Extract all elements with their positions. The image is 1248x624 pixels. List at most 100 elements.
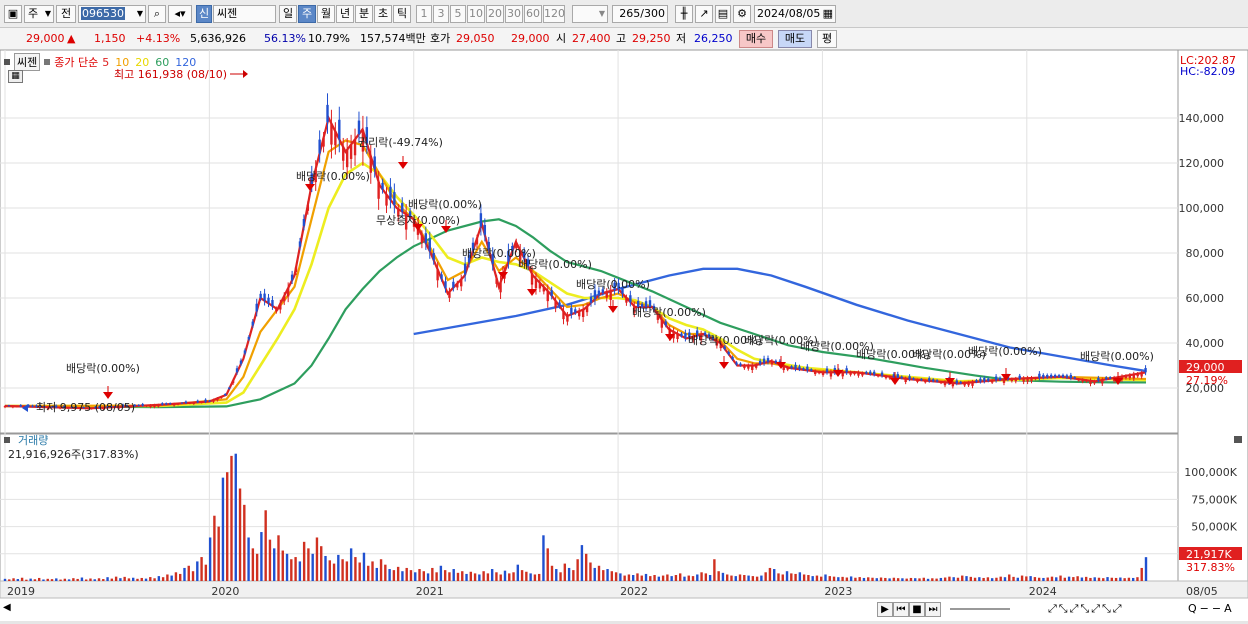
table-icon[interactable]: ▦	[8, 70, 23, 83]
period-tab-6[interactable]: 틱	[393, 5, 411, 23]
legend-ma-120[interactable]: 120	[175, 56, 196, 69]
stock-name-field[interactable]: 씨젠	[213, 5, 276, 23]
price-body	[161, 403, 164, 405]
volume-bar	[499, 574, 502, 581]
save-icon[interactable]: ▤	[715, 5, 731, 23]
price-body	[680, 333, 683, 337]
interval-tab-0[interactable]: 1	[416, 5, 432, 23]
period-tab-5[interactable]: 초	[374, 5, 392, 23]
price-body	[534, 278, 538, 289]
volume-bar	[802, 574, 806, 581]
candle-icon[interactable]: ╫	[675, 5, 693, 23]
zoom-controls-icons[interactable]: Q−−A	[1188, 602, 1235, 615]
volume-bar	[879, 577, 883, 581]
legend-stock-name[interactable]: 씨젠	[14, 53, 41, 71]
volume-bar	[738, 574, 742, 581]
price-body	[983, 378, 986, 382]
volume-bar	[546, 548, 549, 581]
price-body	[912, 378, 915, 380]
price-body	[176, 403, 180, 405]
period-tab-1[interactable]: 주	[298, 5, 316, 23]
price-body	[585, 306, 589, 313]
legend-ma-60[interactable]: 60	[155, 56, 169, 69]
price-body	[227, 387, 231, 389]
eval-button[interactable]: 평	[817, 30, 837, 48]
volume-bar	[687, 575, 690, 581]
interval-tab-7[interactable]: 120	[543, 5, 565, 23]
volume-bar	[606, 569, 609, 581]
price-body	[306, 205, 310, 211]
stop-icon[interactable]: ■	[909, 602, 925, 617]
interval-tab-2[interactable]: 5	[450, 5, 466, 23]
price-body	[495, 278, 498, 284]
volume-bar	[790, 573, 793, 581]
volume-bar	[396, 566, 400, 581]
search-icon[interactable]: ⌕	[148, 5, 166, 23]
volume-ratio: 56.13%	[264, 32, 306, 45]
volume-bar	[1072, 577, 1075, 581]
code-input[interactable]: 096530 ▼	[78, 5, 146, 23]
volume-value: 5,636,926	[190, 32, 246, 45]
price-body	[884, 376, 888, 379]
price-body	[1046, 375, 1049, 378]
price-body	[279, 303, 282, 310]
volume-bar	[179, 573, 182, 581]
market-select[interactable]: 주 ▼	[24, 5, 54, 23]
volume-bar	[260, 532, 263, 581]
chart-area[interactable]: 최고 161,938 (08/10) 최저 9,975 (08/05) 권리락(-4…	[0, 49, 1248, 621]
draw-tool-icon[interactable]: ↗	[695, 5, 713, 23]
legend-ma-10[interactable]: 10	[115, 56, 129, 69]
zoom-slider[interactable]	[950, 608, 1010, 610]
interval-tab-4[interactable]: 20	[486, 5, 504, 23]
fast-forward-icon[interactable]: ⏭	[925, 602, 941, 617]
volume-bar	[1084, 576, 1088, 581]
price-body	[381, 182, 384, 190]
volume-bar	[1093, 577, 1096, 581]
legend-ma-5[interactable]: 5	[102, 56, 109, 69]
period-tab-3[interactable]: 년	[336, 5, 354, 23]
volume-bar	[251, 548, 255, 581]
volume-bar	[337, 554, 340, 581]
play-icon[interactable]: ▶	[877, 602, 893, 617]
bar-count-field[interactable]: 265/300	[612, 5, 668, 23]
volume-bar	[785, 571, 789, 581]
legend-ma-20[interactable]: 20	[135, 56, 149, 69]
price-body	[393, 192, 396, 205]
price-body	[436, 269, 439, 281]
interval-dropdown[interactable]: ▼	[572, 5, 608, 23]
interval-tab-5[interactable]: 30	[505, 5, 523, 23]
interval-tab-3[interactable]: 10	[467, 5, 485, 23]
volume-bar	[166, 574, 169, 581]
price-body	[286, 288, 290, 297]
date-field[interactable]: 2024/08/05 ▦	[754, 5, 836, 23]
volume-bar	[443, 570, 447, 581]
layout-icon[interactable]: ▣	[4, 5, 22, 23]
price-body	[188, 402, 192, 404]
volume-bar	[1123, 578, 1126, 581]
annotation-low: 최저 9,975 (08/05)	[36, 401, 135, 414]
gear-icon[interactable]: ⚙	[733, 5, 751, 23]
volume-bar	[824, 574, 827, 581]
sell-button[interactable]: 매도	[778, 30, 812, 48]
price-body	[849, 372, 852, 375]
x-tick-label: 2022	[620, 585, 648, 598]
buy-button[interactable]: 매수	[739, 30, 773, 48]
speaker-icon[interactable]: ◂▾	[168, 5, 192, 23]
interval-tab-6[interactable]: 60	[524, 5, 542, 23]
prev-button[interactable]: 전	[56, 5, 76, 23]
volume-bar	[674, 575, 678, 581]
draw-tools-icons[interactable]: ⤢⤡⤢⤡⤢⤡⤢	[1048, 602, 1124, 616]
volume-bar	[914, 578, 917, 581]
interval-tab-1[interactable]: 3	[433, 5, 449, 23]
period-tab-2[interactable]: 월	[317, 5, 335, 23]
scroll-left-icon[interactable]: ◀	[3, 602, 11, 613]
price-body	[157, 404, 160, 407]
price-body	[751, 365, 754, 371]
price-body	[231, 380, 235, 384]
rewind-icon[interactable]: ⏮	[893, 602, 909, 617]
period-tab-4[interactable]: 분	[355, 5, 373, 23]
volume-bar	[144, 578, 148, 581]
price-body	[1022, 378, 1025, 382]
period-tab-0[interactable]: 일	[279, 5, 297, 23]
price-body	[499, 282, 502, 293]
